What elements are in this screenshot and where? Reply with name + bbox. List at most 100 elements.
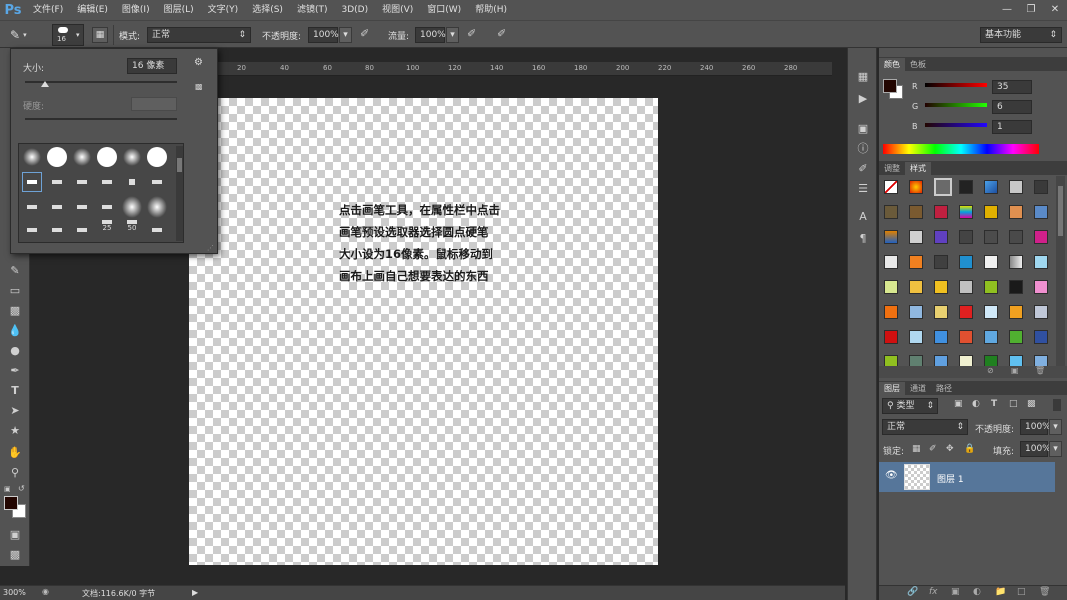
brush-pen[interactable]: [122, 172, 142, 192]
style-swatch[interactable]: [959, 280, 973, 294]
style-swatch[interactable]: [884, 205, 898, 219]
tab-color[interactable]: 颜色: [879, 58, 905, 71]
popup-scrollbar[interactable]: [176, 146, 183, 241]
brush-pen[interactable]: [147, 172, 167, 192]
layer-name[interactable]: 图层 1: [937, 472, 964, 485]
style-swatch[interactable]: [984, 330, 998, 344]
status-menu-arrow-icon[interactable]: ▶: [192, 588, 198, 597]
layer-filter-select[interactable]: ⚲ 类型 ⇕: [882, 398, 938, 414]
history-brush-icon[interactable]: ✎: [4, 260, 26, 280]
style-swatch[interactable]: [1034, 305, 1048, 319]
transparent-canvas[interactable]: [189, 98, 658, 565]
style-swatch[interactable]: [934, 305, 948, 319]
menu-3d[interactable]: 3D(D): [334, 0, 375, 20]
style-swatch[interactable]: [984, 355, 998, 366]
history-icon[interactable]: ▦: [852, 66, 874, 86]
opacity-dropdown-icon[interactable]: ▾: [1049, 419, 1062, 435]
filter-shape-icon[interactable]: □: [1009, 399, 1018, 409]
minimize-icon[interactable]: —: [995, 0, 1019, 18]
brush-pen[interactable]: [72, 220, 92, 240]
style-swatch[interactable]: [1009, 280, 1023, 294]
style-swatch[interactable]: [959, 355, 973, 366]
brush-pen-25[interactable]: 25: [97, 216, 117, 236]
style-swatch[interactable]: [909, 230, 923, 244]
menu-type[interactable]: 文字(Y): [201, 0, 246, 20]
style-swatch[interactable]: [884, 230, 898, 244]
r-input[interactable]: 35: [992, 80, 1032, 94]
menu-edit[interactable]: 编辑(E): [70, 0, 115, 20]
filter-type-icon[interactable]: T: [991, 399, 997, 409]
style-swatch[interactable]: [959, 180, 973, 194]
menu-help[interactable]: 帮助(H): [468, 0, 514, 20]
brush-soft-round[interactable]: [122, 196, 142, 218]
layer-opacity-input[interactable]: 100%: [1020, 419, 1051, 435]
menu-select[interactable]: 选择(S): [245, 0, 290, 20]
style-swatch[interactable]: [1009, 255, 1023, 269]
style-swatch[interactable]: [1034, 205, 1048, 219]
swap-colors-icon[interactable]: ↺: [18, 484, 25, 493]
style-swatch[interactable]: [909, 180, 923, 194]
style-swatch[interactable]: [934, 330, 948, 344]
zoom-icon[interactable]: ⚲: [4, 462, 26, 482]
style-swatch[interactable]: [1034, 230, 1048, 244]
brush-pen[interactable]: [47, 197, 67, 217]
style-swatch[interactable]: [959, 230, 973, 244]
menu-file[interactable]: 文件(F): [26, 0, 70, 20]
new-group-icon[interactable]: 📁: [995, 587, 1006, 597]
style-swatch[interactable]: [984, 180, 998, 194]
size-slider-handle[interactable]: [41, 81, 49, 87]
style-swatch[interactable]: [984, 230, 998, 244]
new-layer-icon[interactable]: □: [1017, 587, 1026, 597]
menu-layer[interactable]: 图层(L): [157, 0, 201, 20]
size-input[interactable]: 16 像素: [127, 58, 177, 74]
style-swatch[interactable]: [909, 355, 923, 366]
hand-icon[interactable]: ✋: [4, 442, 26, 462]
eraser-icon[interactable]: ▭: [4, 280, 26, 300]
filter-smart-icon[interactable]: ▩: [1027, 399, 1036, 409]
brush-presets-icon[interactable]: ☰: [852, 178, 874, 198]
style-swatch[interactable]: [884, 355, 898, 366]
flow-input[interactable]: 100%: [415, 27, 446, 43]
filter-toggle[interactable]: [1053, 399, 1061, 411]
tab-adjustments[interactable]: 调整: [879, 162, 905, 175]
lock-position-icon[interactable]: ✥: [946, 444, 954, 454]
style-swatch[interactable]: [934, 255, 948, 269]
gear-icon[interactable]: ⚙: [194, 57, 203, 68]
path-select-icon[interactable]: ➤: [4, 400, 26, 420]
menu-image[interactable]: 图像(I): [115, 0, 157, 20]
delete-style-icon[interactable]: 🗑: [1035, 366, 1045, 375]
restore-icon[interactable]: ❐: [1019, 0, 1043, 18]
pen-icon[interactable]: ✒: [4, 360, 26, 380]
menu-view[interactable]: 视图(V): [375, 0, 420, 20]
brush-pen[interactable]: [147, 220, 167, 240]
screen-mode-icon[interactable]: ▩: [4, 544, 26, 564]
brush-hard-round[interactable]: [147, 147, 167, 167]
flow-dropdown-icon[interactable]: ▾: [446, 27, 459, 43]
lock-all-icon[interactable]: 🔒: [964, 444, 975, 454]
style-swatch[interactable]: [1009, 355, 1023, 366]
add-mask-icon[interactable]: ▣: [951, 587, 960, 597]
opacity-dropdown-icon[interactable]: ▾: [339, 27, 352, 43]
style-swatch[interactable]: [1009, 230, 1023, 244]
pressure-size-icon[interactable]: ✐: [497, 27, 506, 40]
style-swatch[interactable]: [1009, 330, 1023, 344]
brush-preset-picker[interactable]: 16 ▾: [52, 24, 84, 46]
brush-pen[interactable]: [47, 220, 67, 240]
brush-hard-round[interactable]: [47, 147, 67, 167]
menu-window[interactable]: 窗口(W): [420, 0, 468, 20]
style-swatch[interactable]: [984, 255, 998, 269]
tab-channels[interactable]: 通道: [905, 382, 931, 395]
workspace-select[interactable]: 基本功能 ⇕: [980, 27, 1062, 43]
quick-mask-icon[interactable]: ▣: [4, 524, 26, 544]
opacity-input[interactable]: 100%: [308, 27, 339, 43]
filter-pixel-icon[interactable]: ▣: [954, 399, 963, 409]
tab-layers[interactable]: 图层: [879, 382, 905, 395]
brush-pen-selected[interactable]: [22, 172, 42, 192]
style-swatch[interactable]: [959, 205, 973, 219]
style-swatch[interactable]: [1034, 280, 1048, 294]
shape-icon[interactable]: ★: [4, 420, 26, 440]
style-swatch[interactable]: [984, 305, 998, 319]
style-swatch[interactable]: [1009, 180, 1023, 194]
zoom-level[interactable]: 300%: [3, 588, 26, 597]
styles-scrollbar[interactable]: [1056, 176, 1065, 366]
